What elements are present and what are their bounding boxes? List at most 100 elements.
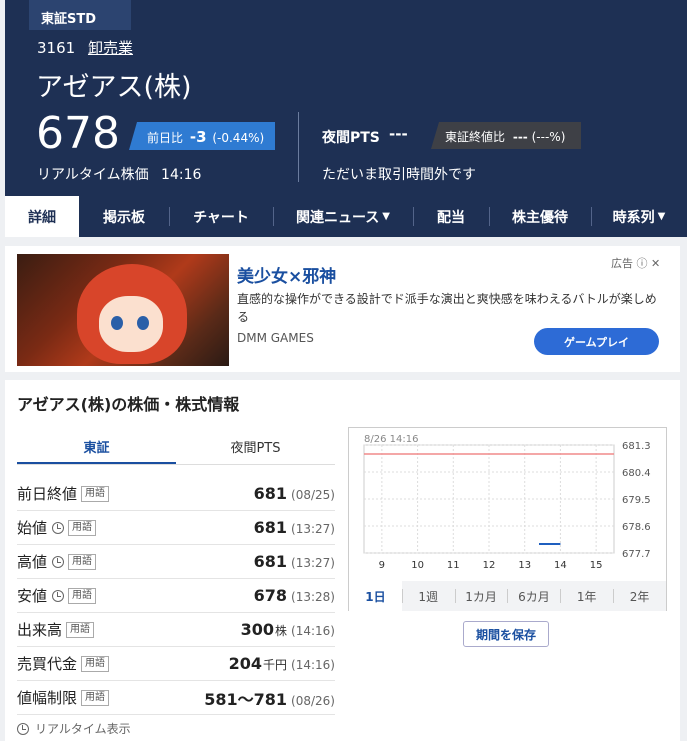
ad-label[interactable]: 広告 ⓘ ✕ (611, 255, 660, 271)
clock-icon (52, 521, 65, 534)
nav-dividend[interactable]: 配当 (413, 196, 489, 237)
clock-icon (52, 555, 65, 568)
ad-art-eye (137, 316, 149, 330)
quote-label: 安値 (17, 587, 48, 605)
nav-board[interactable]: 掲示板 (79, 196, 169, 237)
quote-time: (13:27) (291, 522, 335, 536)
pts-status: ただいま取引時間外です (322, 167, 476, 183)
chart-date: 8/26 14:16 (364, 434, 419, 445)
quote-row-open: 始値 用語 681 (13:27) (17, 511, 335, 545)
change-label: 前日比 (147, 131, 184, 145)
intraday-chart[interactable]: 681.3 680.4 679.5 678.6 677.7 9 10 11 12 13 14 15 8… (348, 427, 667, 611)
nav-label: 時系列 (612, 209, 655, 226)
period-tab-1d[interactable]: 1日 (349, 581, 402, 611)
ad-advertiser: DMM GAMES (237, 331, 314, 345)
quote-label: 売買代金 (17, 655, 78, 673)
ad-cta-button[interactable]: ゲームプレイ (534, 328, 659, 355)
nav-news[interactable]: 関連ニュース ▼ (273, 196, 413, 237)
x-tick-label: 12 (483, 560, 496, 571)
stock-header: 東証STD 3161 卸売業 アゼアス(株) 678 前日比 -3 (-0.44… (5, 0, 687, 196)
quote-label: 値幅制限 (17, 689, 78, 707)
quote-label: 始値 (17, 519, 48, 537)
quote-value: 300 (240, 620, 275, 639)
tab-tse[interactable]: 東証 (17, 432, 176, 464)
ad-art-eye (111, 316, 123, 330)
info-icon[interactable]: ⓘ (637, 257, 648, 270)
quote-row-turnover: 売買代金 用語 204千円 (14:16) (17, 647, 335, 681)
term-link[interactable]: 用語 (81, 655, 110, 672)
period-tab-1y[interactable]: 1年 (560, 581, 613, 611)
change-value: -3 (189, 128, 207, 146)
quote-time: (13:27) (291, 556, 335, 570)
market-tabs: 東証 夜間PTS (17, 432, 335, 465)
quote-value: 581〜781 (204, 689, 288, 709)
pts-label: 夜間PTS (322, 130, 380, 146)
term-link[interactable]: 用語 (68, 519, 97, 536)
quote-time: (14:16) (291, 624, 335, 638)
header-divider (298, 112, 299, 182)
stock-code: 3161 (37, 39, 76, 57)
quote-label: 高値 (17, 553, 48, 571)
quote-table: 前日終値 用語 681 (08/25) 始値 用語 681 (13:27) 高値 用… (17, 477, 335, 715)
close-compare-badge: 東証終値比 --- (---%) (431, 122, 581, 149)
quote-time: (08/25) (291, 488, 335, 502)
ad-title[interactable]: 美少女×邪神 (237, 262, 336, 287)
quote-label: 出来高 (17, 621, 63, 639)
stock-info-panel: アゼアス(株)の株価・株式情報 東証 夜間PTS 前日終値 用語 681 (08/… (5, 380, 680, 741)
nav-chart[interactable]: チャート (169, 196, 273, 237)
x-tick-label: 11 (447, 560, 460, 571)
info-title: アゼアス(株)の株価・株式情報 (17, 395, 240, 414)
period-tab-1w[interactable]: 1週 (401, 581, 455, 611)
realtime-note-text: リアルタイム表示 (35, 722, 131, 736)
quote-value: 678 (253, 586, 288, 605)
nav-label: 関連ニュース (295, 209, 380, 226)
quote-value: 681 (253, 518, 288, 537)
y-tick-label: 680.4 (622, 468, 651, 479)
period-tab-1m[interactable]: 1カ月 (454, 581, 508, 611)
stock-name: アゼアス(株) (36, 72, 192, 103)
quote-row-low: 安値 用語 678 (13:28) (17, 579, 335, 613)
code-line: 3161 卸売業 (37, 37, 133, 58)
quote-row-price-limit: 値幅制限 用語 581〜781 (08/26) (17, 681, 335, 715)
change-percent: (-0.44%) (212, 131, 265, 145)
chevron-down-icon: ▼ (657, 211, 666, 222)
nav-label: チャート (193, 209, 249, 226)
term-link[interactable]: 用語 (68, 587, 97, 604)
quote-unit: 株 (275, 624, 288, 638)
chevron-down-icon: ▼ (382, 211, 390, 222)
ad-image[interactable] (17, 254, 229, 366)
quote-value: 681 (253, 552, 288, 571)
period-tab-2y[interactable]: 2年 (613, 581, 666, 611)
x-tick-label: 9 (379, 560, 385, 571)
clock-icon (52, 589, 65, 602)
chart-svg: 681.3 680.4 679.5 678.6 677.7 9 10 11 12 13 14 15 (363, 441, 651, 571)
quote-unit: 千円 (263, 658, 288, 672)
ad-banner[interactable]: 美少女×邪神 直感的な操作ができる設計でド派手な演出と爽快感を味わえるバトルが楽… (5, 246, 680, 372)
realtime-note: リアルタイム表示 (17, 720, 131, 737)
quote-label: 前日終値 (17, 485, 78, 503)
y-tick-label: 677.7 (622, 549, 651, 560)
x-tick-label: 15 (590, 560, 603, 571)
nav-benefits[interactable]: 株主優待 (489, 196, 591, 237)
tab-pts[interactable]: 夜間PTS (176, 432, 335, 464)
save-period-button[interactable]: 期間を保存 (463, 621, 549, 647)
quote-time: (08/26) (291, 693, 335, 708)
term-link[interactable]: 用語 (68, 553, 97, 570)
term-link[interactable]: 用語 (81, 485, 110, 502)
nav-label: 掲示板 (103, 209, 145, 226)
industry-link[interactable]: 卸売業 (88, 39, 133, 57)
period-tab-6m[interactable]: 6カ月 (507, 581, 560, 611)
realtime-text: リアルタイム株価 (37, 167, 149, 183)
nav-label: 株主優待 (512, 209, 568, 226)
y-tick-label: 681.3 (622, 441, 651, 452)
close-icon[interactable]: ✕ (651, 257, 660, 270)
price-time: 14:16 (161, 167, 202, 183)
nav-history[interactable]: 時系列 ▼ (591, 196, 687, 237)
ad-art-face (99, 296, 163, 352)
nav-detail[interactable]: 詳細 (5, 196, 79, 237)
close-compare-value: --- (512, 130, 528, 144)
ad-label-text: 広告 (611, 257, 633, 270)
term-link[interactable]: 用語 (66, 621, 95, 638)
term-link[interactable]: 用語 (81, 689, 110, 706)
y-tick-label: 679.5 (622, 495, 651, 506)
